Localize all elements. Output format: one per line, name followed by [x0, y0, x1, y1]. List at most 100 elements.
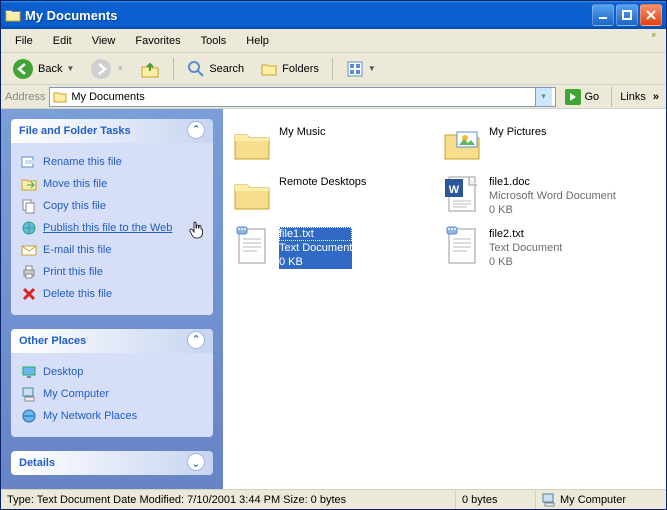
status-main: Type: Text Document Date Modified: 7/10/…: [1, 490, 456, 509]
views-icon: [346, 60, 364, 78]
menu-tools[interactable]: Tools: [193, 33, 235, 49]
folder-item[interactable]: My Pictures: [437, 119, 647, 169]
panel-header[interactable]: Other Places ˆ: [11, 329, 213, 353]
minimize-button[interactable]: [592, 4, 614, 26]
item-name: file2.txt: [489, 227, 562, 241]
up-folder-icon: [140, 59, 160, 79]
collapse-icon[interactable]: ˆ: [187, 121, 205, 139]
item-name: file1.txt: [279, 227, 352, 241]
folder-icon: [231, 173, 273, 215]
network-icon: [21, 408, 37, 424]
copy-icon: [21, 198, 37, 214]
folders-label: Folders: [282, 63, 319, 75]
menu-view[interactable]: View: [84, 33, 124, 49]
folders-button[interactable]: Folders: [253, 56, 326, 82]
common-tasks-pane: File and Folder Tasks ˆ Rename this file…: [1, 109, 223, 489]
search-label: Search: [209, 63, 244, 75]
computer-icon: [542, 493, 556, 507]
item-name: file1.doc: [489, 175, 616, 189]
back-arrow-icon: [12, 58, 34, 80]
search-button[interactable]: Search: [180, 56, 251, 82]
task-publish[interactable]: Publish this file to the Web: [21, 217, 203, 239]
other-places-panel: Other Places ˆ Desktop My Computer My Ne…: [11, 329, 213, 437]
task-email[interactable]: E-mail this file: [21, 239, 203, 261]
file-item-txt-selected[interactable]: file1.txtText Document0 KB: [227, 221, 437, 273]
task-move[interactable]: Move this file: [21, 173, 203, 195]
menu-favorites[interactable]: Favorites: [127, 33, 188, 49]
window-title: My Documents: [25, 8, 590, 23]
expand-icon[interactable]: ˆ: [187, 453, 205, 471]
task-copy[interactable]: Copy this file: [21, 195, 203, 217]
menubar: File Edit View Favorites Tools Help: [1, 29, 666, 53]
print-icon: [21, 264, 37, 280]
item-size: 0 KB: [489, 255, 562, 269]
folder-item[interactable]: Remote Desktops: [227, 169, 437, 221]
forward-arrow-icon: [90, 58, 112, 80]
file-item-txt[interactable]: file2.txtText Document0 KB: [437, 221, 647, 273]
dropdown-arrow-icon[interactable]: ▼: [368, 64, 376, 73]
item-name: Remote Desktops: [279, 175, 366, 189]
status-size: 0 bytes: [456, 490, 536, 509]
status-zone: My Computer: [536, 490, 666, 509]
go-arrow-icon: [564, 88, 582, 106]
move-icon: [21, 176, 37, 192]
go-button[interactable]: Go: [560, 86, 604, 108]
task-print[interactable]: Print this file: [21, 261, 203, 283]
maximize-button[interactable]: [616, 4, 638, 26]
panel-header[interactable]: File and Folder Tasks ˆ: [11, 119, 213, 143]
links-label[interactable]: Links: [620, 91, 646, 103]
file-list[interactable]: My Music My Pictures Remote Desktops W f…: [223, 109, 666, 489]
folder-item[interactable]: My Music: [227, 119, 437, 169]
task-delete[interactable]: Delete this file: [21, 283, 203, 305]
folders-icon: [260, 60, 278, 78]
menu-file[interactable]: File: [7, 33, 41, 49]
place-network[interactable]: My Network Places: [21, 405, 203, 427]
views-button[interactable]: ▼: [339, 56, 383, 82]
menu-edit[interactable]: Edit: [45, 33, 80, 49]
back-label: Back: [38, 63, 62, 75]
menu-help[interactable]: Help: [238, 33, 277, 49]
word-doc-icon: W: [441, 173, 483, 215]
item-name: My Music: [279, 125, 325, 139]
dropdown-arrow-icon[interactable]: ▼: [116, 64, 124, 73]
up-button[interactable]: [133, 55, 167, 83]
folder-icon: [231, 123, 273, 165]
separator: [332, 58, 333, 80]
item-type: Microsoft Word Document: [489, 189, 616, 203]
separator: [611, 87, 612, 107]
close-button[interactable]: [640, 4, 662, 26]
hand-cursor-icon: [189, 221, 205, 239]
svg-text:W: W: [449, 184, 460, 196]
panel-title: File and Folder Tasks: [19, 125, 131, 137]
folder-icon: [53, 90, 67, 104]
item-type: Text Document: [279, 241, 352, 255]
text-file-icon: [231, 225, 273, 267]
collapse-icon[interactable]: ˆ: [187, 331, 205, 349]
separator: [173, 58, 174, 80]
address-bar: Address My Documents ▾ Go Links »: [1, 85, 666, 109]
address-dropdown-icon[interactable]: ▾: [535, 88, 552, 106]
panel-header[interactable]: Details ˆ: [11, 451, 213, 475]
address-label: Address: [5, 91, 45, 103]
text-file-icon: [441, 225, 483, 267]
place-desktop[interactable]: Desktop: [21, 361, 203, 383]
content-area: File and Folder Tasks ˆ Rename this file…: [1, 109, 666, 489]
task-rename[interactable]: Rename this file: [21, 151, 203, 173]
delete-x-icon: [21, 286, 37, 302]
back-button[interactable]: Back ▼: [5, 54, 81, 84]
chevron-right-icon[interactable]: »: [650, 91, 662, 103]
email-icon: [21, 242, 37, 258]
item-type: Text Document: [489, 241, 562, 255]
file-item-doc[interactable]: W file1.docMicrosoft Word Document0 KB: [437, 169, 647, 221]
rename-icon: [21, 154, 37, 170]
windows-logo-icon: [644, 31, 664, 51]
address-input[interactable]: My Documents ▾: [49, 87, 555, 107]
forward-button[interactable]: ▼: [83, 54, 131, 84]
dropdown-arrow-icon[interactable]: ▼: [66, 64, 74, 73]
titlebar[interactable]: My Documents: [1, 1, 666, 29]
explorer-window: My Documents File Edit View Favorites To…: [0, 0, 667, 510]
item-size: 0 KB: [279, 255, 352, 269]
file-folder-tasks-panel: File and Folder Tasks ˆ Rename this file…: [11, 119, 213, 315]
search-icon: [187, 60, 205, 78]
place-my-computer[interactable]: My Computer: [21, 383, 203, 405]
